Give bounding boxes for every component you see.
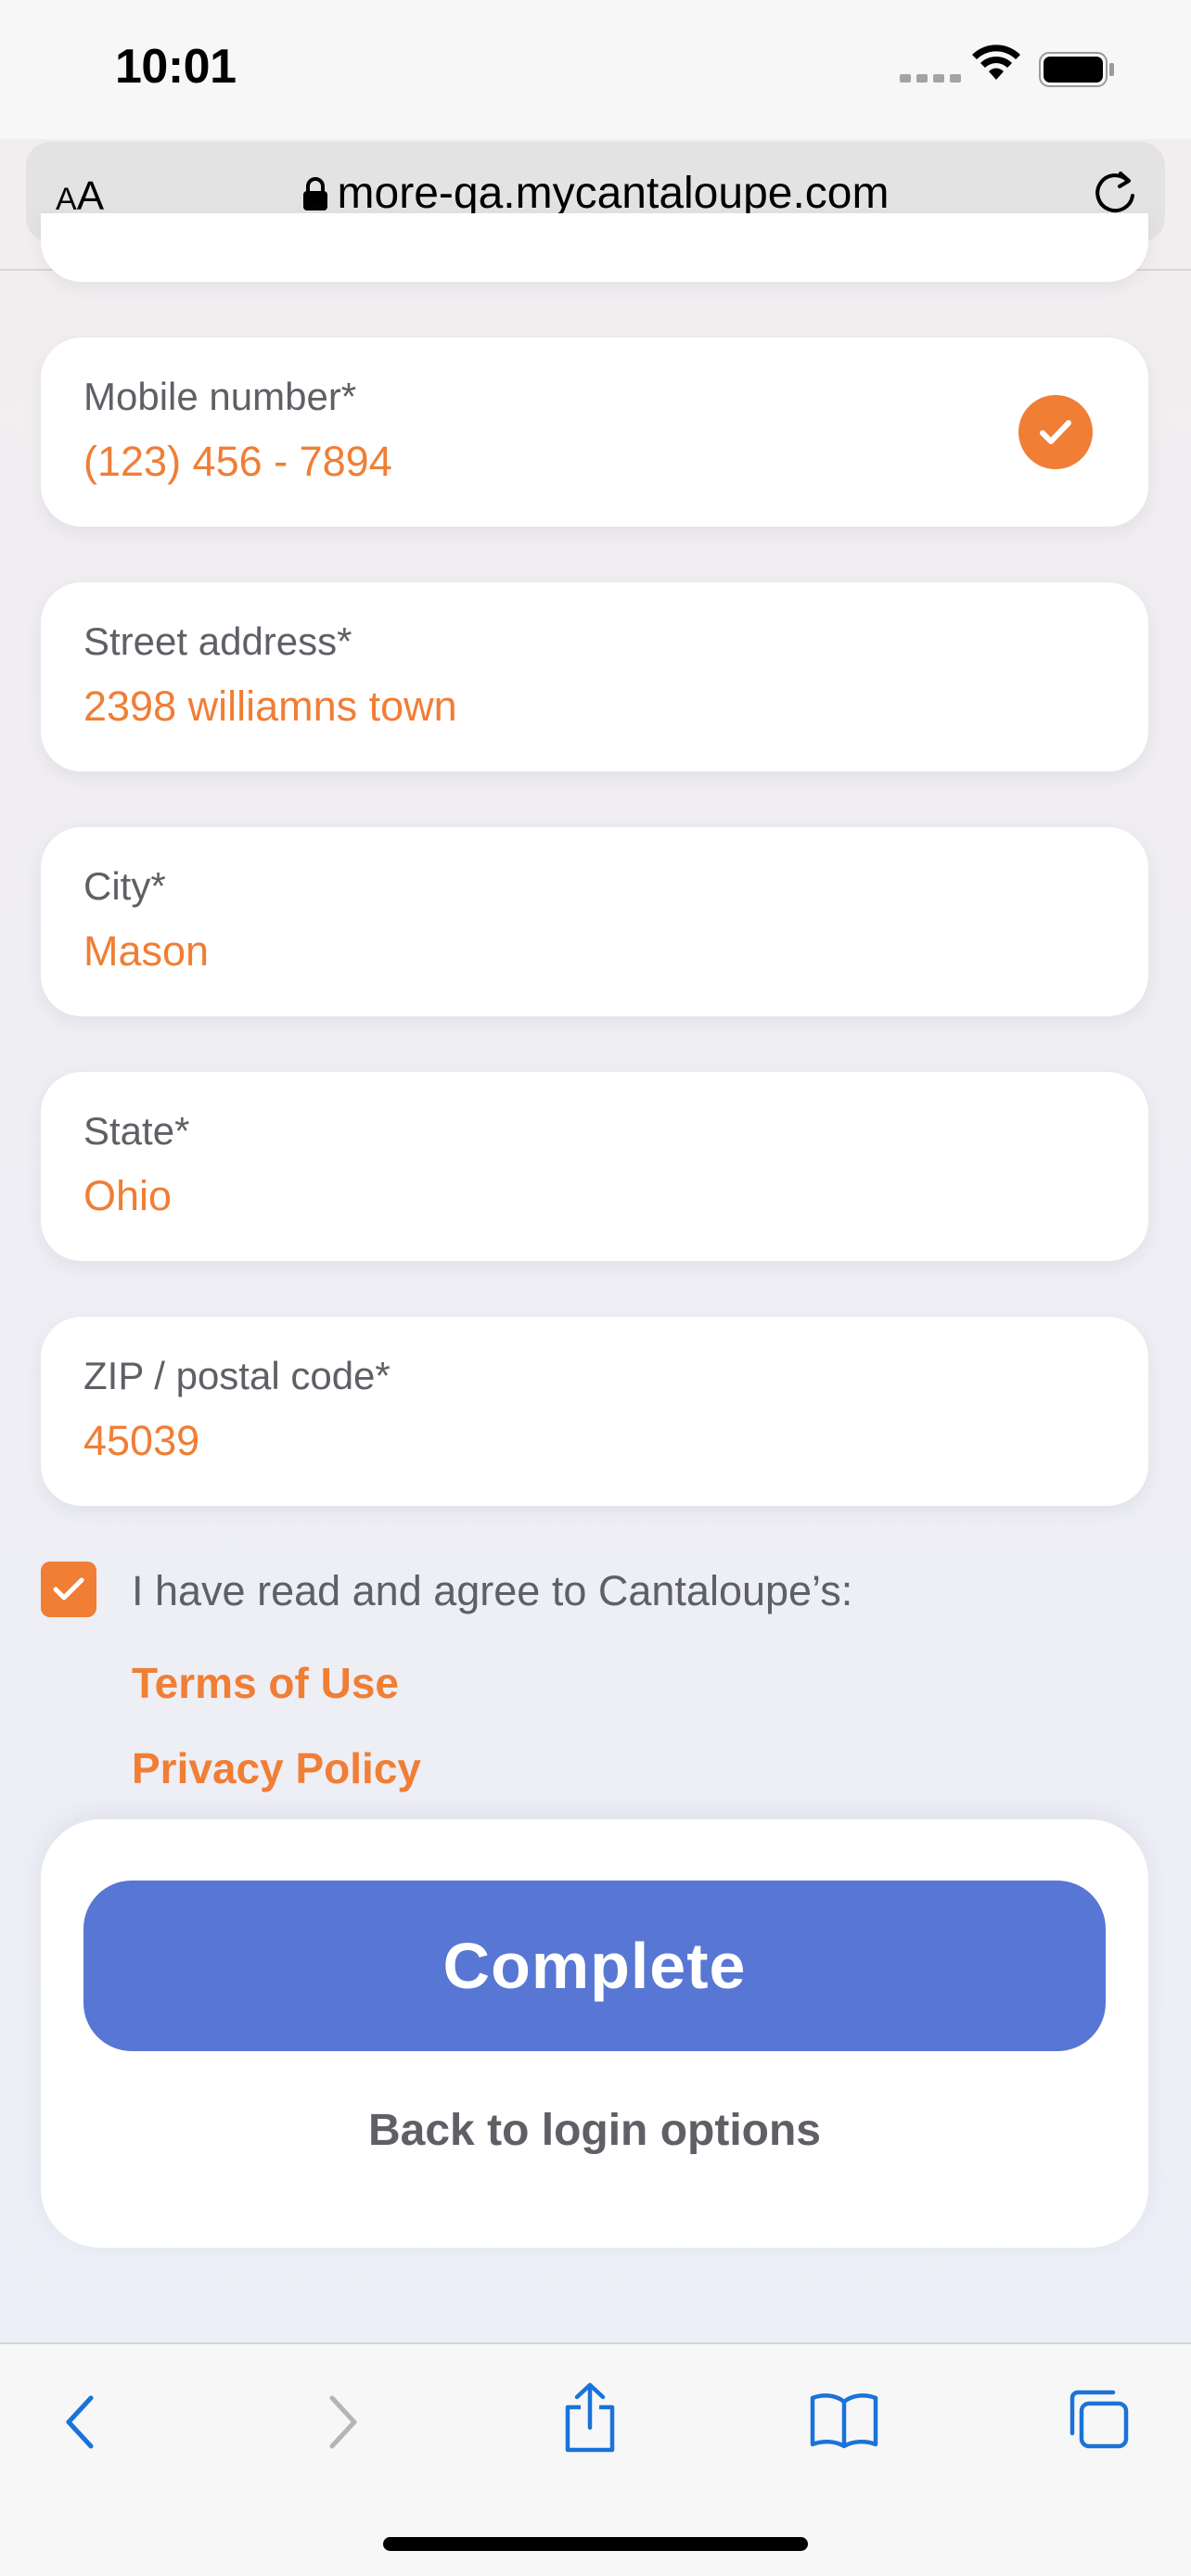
checkmark-icon bbox=[53, 1577, 84, 1600]
city-field[interactable]: City* Mason bbox=[41, 827, 1148, 1016]
forward-icon[interactable] bbox=[319, 2392, 364, 2452]
back-icon[interactable] bbox=[59, 2392, 104, 2452]
mobile-number-field[interactable]: Mobile number* (123) 456 - 7894 bbox=[41, 338, 1148, 527]
state-field[interactable]: State* Ohio bbox=[41, 1072, 1148, 1261]
status-time: 10:01 bbox=[115, 40, 237, 94]
street-address-label: Street address* bbox=[83, 619, 352, 663]
street-address-field[interactable]: Street address* 2398 williamns town bbox=[41, 582, 1148, 772]
zip-code-field[interactable]: ZIP / postal code* 45039 bbox=[41, 1317, 1148, 1506]
previous-field-card bbox=[41, 213, 1148, 282]
agree-checkbox[interactable] bbox=[41, 1562, 96, 1617]
reload-icon[interactable] bbox=[1091, 168, 1139, 216]
validated-check-icon bbox=[1018, 395, 1093, 469]
share-icon[interactable] bbox=[560, 2381, 620, 2454]
tabs-icon[interactable] bbox=[1065, 2387, 1132, 2452]
state-label: State* bbox=[83, 1109, 190, 1153]
status-bar: 10:01 bbox=[0, 0, 1191, 139]
city-value[interactable]: Mason bbox=[83, 927, 209, 976]
lock-icon bbox=[302, 177, 327, 210]
home-indicator bbox=[383, 2537, 808, 2551]
city-label: City* bbox=[83, 864, 166, 908]
agree-text: I have read and agree to Cantaloupe’s: bbox=[132, 1567, 853, 1614]
back-to-login-link[interactable]: Back to login options bbox=[41, 2105, 1148, 2156]
action-sheet: Complete Back to login options bbox=[41, 1819, 1148, 2248]
zip-code-value[interactable]: 45039 bbox=[83, 1417, 199, 1465]
privacy-policy-link[interactable]: Privacy Policy bbox=[132, 1743, 421, 1793]
state-value[interactable]: Ohio bbox=[83, 1172, 172, 1220]
url-value: more-qa.mycantaloupe.com bbox=[337, 169, 890, 218]
cellular-signal-icon bbox=[900, 74, 961, 83]
terms-of-use-link[interactable]: Terms of Use bbox=[132, 1658, 399, 1708]
url-text[interactable]: more-qa.mycantaloupe.com bbox=[26, 168, 1165, 219]
street-address-value[interactable]: 2398 williamns town bbox=[83, 682, 457, 731]
mobile-number-value[interactable]: (123) 456 - 7894 bbox=[83, 438, 392, 486]
complete-button[interactable]: Complete bbox=[83, 1881, 1106, 2051]
zip-code-label: ZIP / postal code* bbox=[83, 1354, 391, 1397]
bookmarks-icon[interactable] bbox=[809, 2391, 879, 2450]
mobile-number-label: Mobile number* bbox=[83, 375, 357, 418]
battery-icon bbox=[1039, 52, 1114, 87]
wifi-icon bbox=[972, 45, 1020, 80]
